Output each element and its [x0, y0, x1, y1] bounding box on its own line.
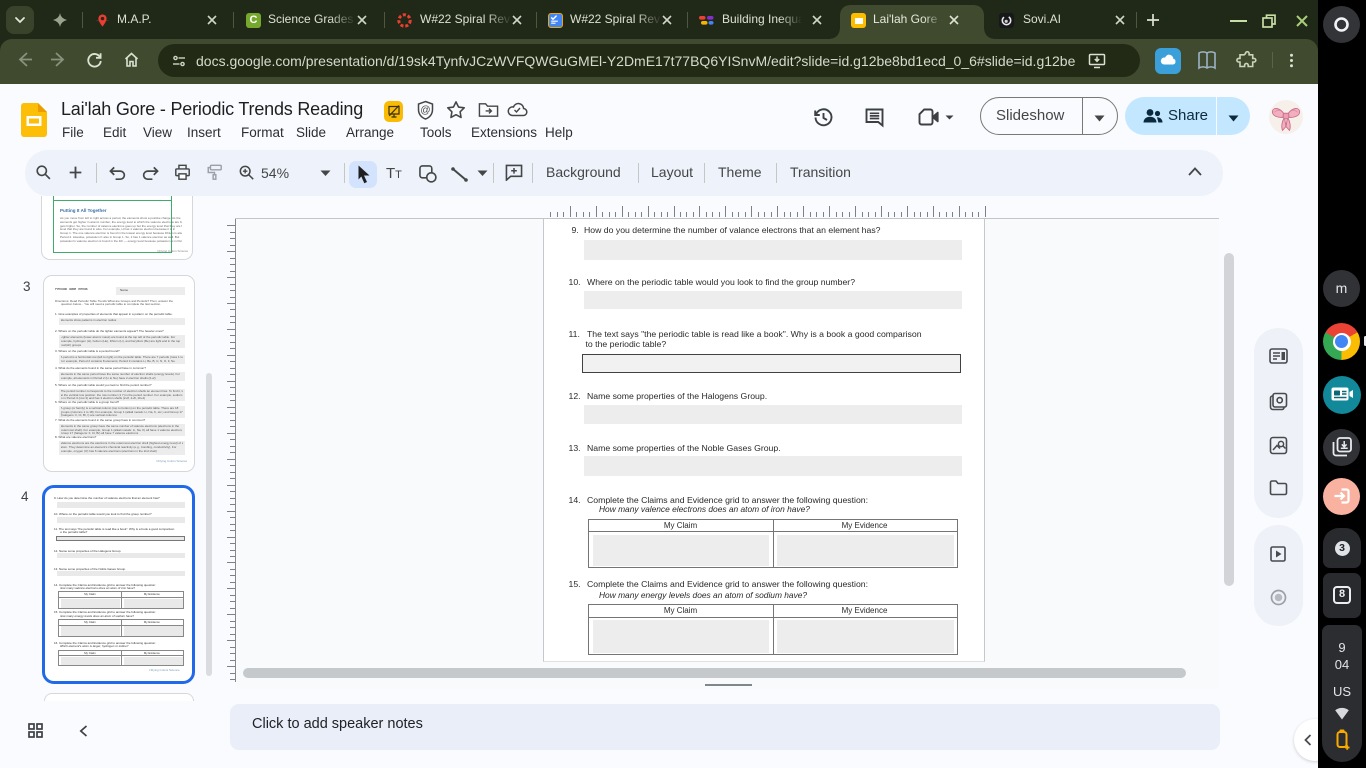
svg-text:@: @ — [420, 105, 430, 116]
